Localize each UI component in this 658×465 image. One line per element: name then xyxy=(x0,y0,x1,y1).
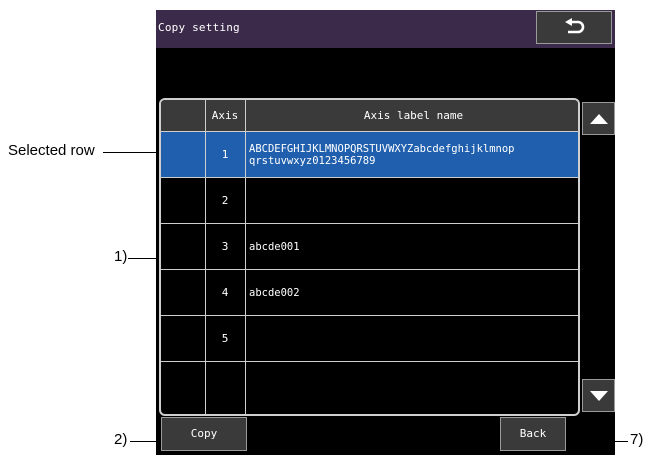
callout-7: 7) xyxy=(630,431,644,448)
header-axis-label-name: Axis label name xyxy=(363,109,464,122)
device-screen: Copy setting Axis Axis label name 1 ABCD… xyxy=(156,10,615,455)
back-button[interactable]: Back xyxy=(500,417,566,451)
header-axis: Axis xyxy=(211,109,239,122)
row-axis-number xyxy=(205,362,245,407)
table-row[interactable]: 4 abcde002 xyxy=(161,270,578,316)
axis-table: Axis Axis label name 1 ABCDEFGHIJKLMNOPQ… xyxy=(159,98,580,416)
row-axis-number: 4 xyxy=(221,286,229,299)
window-title: Copy setting xyxy=(158,21,240,34)
callout-selected-row-line xyxy=(103,152,163,153)
callout-1: 1) xyxy=(114,248,128,265)
row-axis-label xyxy=(249,178,574,223)
return-button[interactable] xyxy=(536,11,612,44)
table-row-selected[interactable]: 1 ABCDEFGHIJKLMNOPQRSTUVWXYZabcdefghijkl… xyxy=(161,132,578,178)
copy-button[interactable]: Copy xyxy=(161,417,247,451)
row-axis-label xyxy=(249,316,574,361)
column-divider xyxy=(245,100,246,414)
table-row[interactable]: 2 xyxy=(161,178,578,224)
row-axis-number: 3 xyxy=(221,240,229,253)
return-arrow-icon xyxy=(565,18,585,34)
row-axis-number: 5 xyxy=(221,332,229,345)
row-axis-label: abcde002 xyxy=(249,286,300,299)
callout-selected-row: Selected row xyxy=(8,142,95,159)
row-axis-label-line1: ABCDEFGHIJKLMNOPQRSTUVWXYZabcdefghijklmn… xyxy=(249,142,515,155)
table-header: Axis Axis label name xyxy=(161,100,578,132)
callout-2: 2) xyxy=(114,431,128,448)
table-row[interactable]: 5 xyxy=(161,316,578,362)
scroll-up-button[interactable] xyxy=(582,102,615,135)
row-axis-label xyxy=(249,362,574,407)
row-axis-number: 2 xyxy=(221,194,229,207)
row-axis-label: abcde001 xyxy=(249,240,300,253)
triangle-down-icon xyxy=(590,391,608,401)
column-divider xyxy=(205,100,206,414)
title-bar: Copy setting xyxy=(156,10,615,48)
table-row[interactable] xyxy=(161,362,578,408)
table-row[interactable]: 3 abcde001 xyxy=(161,224,578,270)
row-axis-label: ABCDEFGHIJKLMNOPQRSTUVWXYZabcdefghijklmn… xyxy=(249,132,574,177)
row-axis-label-line2: qrstuvwxyz0123456789 xyxy=(249,154,376,167)
triangle-up-icon xyxy=(590,114,608,124)
scroll-down-button[interactable] xyxy=(582,379,615,412)
row-axis-number: 1 xyxy=(221,148,229,161)
